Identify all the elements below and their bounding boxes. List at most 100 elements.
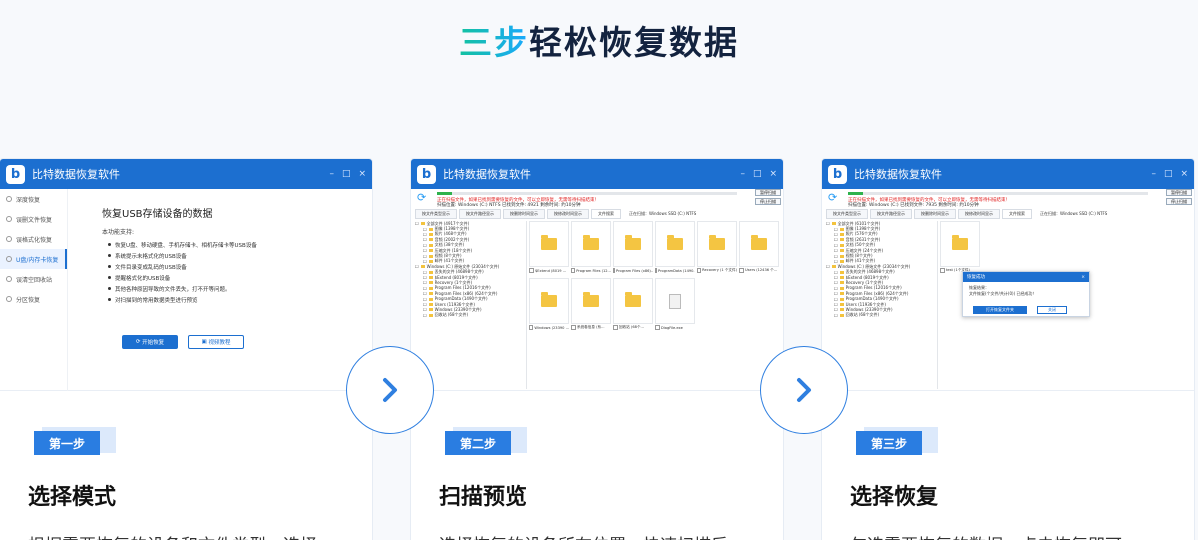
tab-modify-time[interactable]: 按修改时间显示 — [958, 209, 1000, 219]
feature-list: 恢复U盘、移动硬盘、手机存储卡、相机存储卡等USB设备 系统提示未格式化的USB… — [108, 239, 257, 305]
sidebar-item-usb[interactable]: U盘/内存卡恢复 — [0, 249, 67, 269]
checkbox-icon[interactable]: ☐ — [834, 237, 838, 242]
close-icon[interactable]: × — [1081, 275, 1085, 280]
checkbox-icon[interactable]: ☐ — [423, 286, 427, 291]
checkbox-icon[interactable]: ☐ — [423, 227, 427, 232]
checkbox-icon[interactable]: ☐ — [423, 270, 427, 275]
stop-scan-button[interactable]: 停止扫描 — [755, 198, 781, 205]
tree-item[interactable]: ☐ 回收站 (68个文件) — [826, 312, 937, 318]
file-tile[interactable]: Users (12436 个... — [739, 221, 779, 274]
start-recovery-button[interactable]: ⟳ 开始恢复 — [122, 335, 178, 349]
folder-icon — [428, 259, 433, 263]
sidebar-item-partition[interactable]: 分区恢复 — [0, 289, 67, 309]
checkbox-icon[interactable]: ☐ — [423, 280, 427, 285]
tree-item[interactable]: ☐ 回收站 (68个文件) — [415, 312, 526, 318]
tab-search[interactable]: 文件搜索 — [591, 209, 621, 219]
title-highlight: 三步 — [459, 23, 529, 62]
sidebar-item-format[interactable]: 误格式化恢复 — [0, 229, 67, 249]
next-step-arrow[interactable] — [760, 346, 848, 434]
next-step-arrow[interactable] — [346, 346, 434, 434]
checkbox-icon[interactable]: ☐ — [834, 307, 838, 312]
checkbox-icon[interactable]: ☐ — [423, 297, 427, 302]
file-tile-label: Windows (23390 ... — [529, 324, 569, 331]
folder-icon — [420, 222, 425, 226]
stop-scan-button[interactable]: 停止扫描 — [1166, 198, 1192, 205]
feature-item: 系统提示未格式化的USB设备 — [108, 250, 257, 261]
file-tile[interactable]: $Extend (8019 ... — [529, 221, 569, 274]
sidebar-item-deep[interactable]: 深度恢复 — [0, 189, 67, 209]
maximize-icon[interactable]: □ — [753, 169, 762, 179]
checkbox-icon[interactable]: ☐ — [415, 264, 419, 269]
maximize-icon[interactable]: □ — [342, 169, 351, 179]
checkbox-icon[interactable]: ☐ — [834, 243, 838, 248]
tab-type[interactable]: 按文件类型显示 — [415, 209, 457, 219]
pause-scan-button[interactable]: 暂停扫描 — [1166, 189, 1192, 196]
sidebar-item-recycle[interactable]: 误清空回收站 — [0, 269, 67, 289]
minimize-icon[interactable]: – — [1151, 169, 1156, 179]
checkbox-icon[interactable]: ☐ — [423, 243, 427, 248]
tab-delete-time[interactable]: 按删除时间显示 — [914, 209, 956, 219]
checkbox-icon[interactable]: ☐ — [834, 297, 838, 302]
chevron-right-icon — [797, 378, 811, 402]
tab-path[interactable]: 按文件路径显示 — [459, 209, 501, 219]
folder-icon — [428, 281, 433, 285]
tab-path[interactable]: 按文件路径显示 — [870, 209, 912, 219]
checkbox-icon[interactable]: ☐ — [834, 254, 838, 259]
folder-icon — [667, 235, 683, 250]
checkbox-icon[interactable]: ☐ — [423, 302, 427, 307]
checkbox-icon[interactable]: ☐ — [415, 221, 419, 226]
folder-icon — [839, 270, 844, 274]
tab-search[interactable]: 文件搜索 — [1002, 209, 1032, 219]
checkbox-icon[interactable]: ☐ — [834, 286, 838, 291]
checkbox-icon[interactable]: ☐ — [826, 264, 830, 269]
checkbox-icon[interactable]: ☐ — [834, 248, 838, 253]
file-tile[interactable]: Recovery (1 个文件) — [697, 221, 737, 274]
maximize-icon[interactable]: □ — [1164, 169, 1173, 179]
close-icon[interactable]: × — [1180, 169, 1188, 179]
open-folder-button[interactable]: 打开恢复文件夹 — [973, 306, 1027, 314]
tab-delete-time[interactable]: 按删除时间显示 — [503, 209, 545, 219]
pause-scan-button[interactable]: 暂停扫描 — [755, 189, 781, 196]
close-icon[interactable]: × — [769, 169, 777, 179]
file-tile[interactable]: ProgramData (1490... — [655, 221, 695, 274]
sidebar-item-deleted[interactable]: 误删文件恢复 — [0, 209, 67, 229]
minimize-icon[interactable]: – — [329, 169, 334, 179]
checkbox-icon[interactable]: ☐ — [423, 313, 427, 318]
checkbox-icon[interactable]: ☐ — [834, 270, 838, 275]
checkbox-icon[interactable]: ☐ — [423, 275, 427, 280]
file-tile[interactable]: test (1个文件) — [940, 221, 980, 274]
folder-icon — [428, 254, 433, 258]
checkbox-icon[interactable]: ☐ — [826, 221, 830, 226]
checkbox-icon[interactable]: ☐ — [423, 291, 427, 296]
dialog-close-button[interactable]: 关闭 — [1037, 306, 1067, 314]
minimize-icon[interactable]: – — [740, 169, 745, 179]
checkbox-icon[interactable]: ☐ — [423, 232, 427, 237]
checkbox-icon[interactable]: ☐ — [423, 237, 427, 242]
file-tile[interactable]: Program Files (x86)... — [613, 221, 653, 274]
file-tile-label: $Extend (8019 ... — [529, 267, 569, 274]
checkbox-icon[interactable]: ☐ — [423, 307, 427, 312]
video-tutorial-button[interactable]: ▣ 视频教程 — [188, 335, 244, 349]
app-logo-icon: b — [6, 164, 25, 184]
checkbox-icon[interactable]: ☐ — [834, 302, 838, 307]
checkbox-icon[interactable]: ☐ — [834, 232, 838, 237]
recovery-success-dialog: 恢复成功 × 恢复结果： 文件恢复(个文件/共计(0)) 已经成功！ 打开恢复文件… — [962, 271, 1090, 317]
checkbox-icon[interactable]: ☐ — [423, 248, 427, 253]
checkbox-icon[interactable]: ☐ — [834, 275, 838, 280]
checkbox-icon[interactable]: ☐ — [834, 280, 838, 285]
file-tile[interactable]: Program Files (12... — [571, 221, 611, 274]
tab-type[interactable]: 按文件类型显示 — [826, 209, 868, 219]
close-icon[interactable]: × — [358, 169, 366, 179]
scan-progress — [437, 192, 737, 195]
folder-icon — [583, 292, 599, 307]
checkbox-icon[interactable]: ☐ — [423, 254, 427, 259]
file-tile[interactable]: Windows (23390 ... — [529, 278, 569, 331]
tab-modify-time[interactable]: 按修改时间显示 — [547, 209, 589, 219]
checkbox-icon[interactable]: ☐ — [834, 291, 838, 296]
folder-icon — [839, 313, 844, 317]
checkbox-icon[interactable]: ☐ — [834, 227, 838, 232]
file-tile[interactable]: 系统卷信息 (系... — [571, 278, 611, 331]
file-tile[interactable]: DiagFile.exe — [655, 278, 695, 331]
checkbox-icon[interactable]: ☐ — [834, 313, 838, 318]
file-tile[interactable]: 回收站 (68个... — [613, 278, 653, 331]
